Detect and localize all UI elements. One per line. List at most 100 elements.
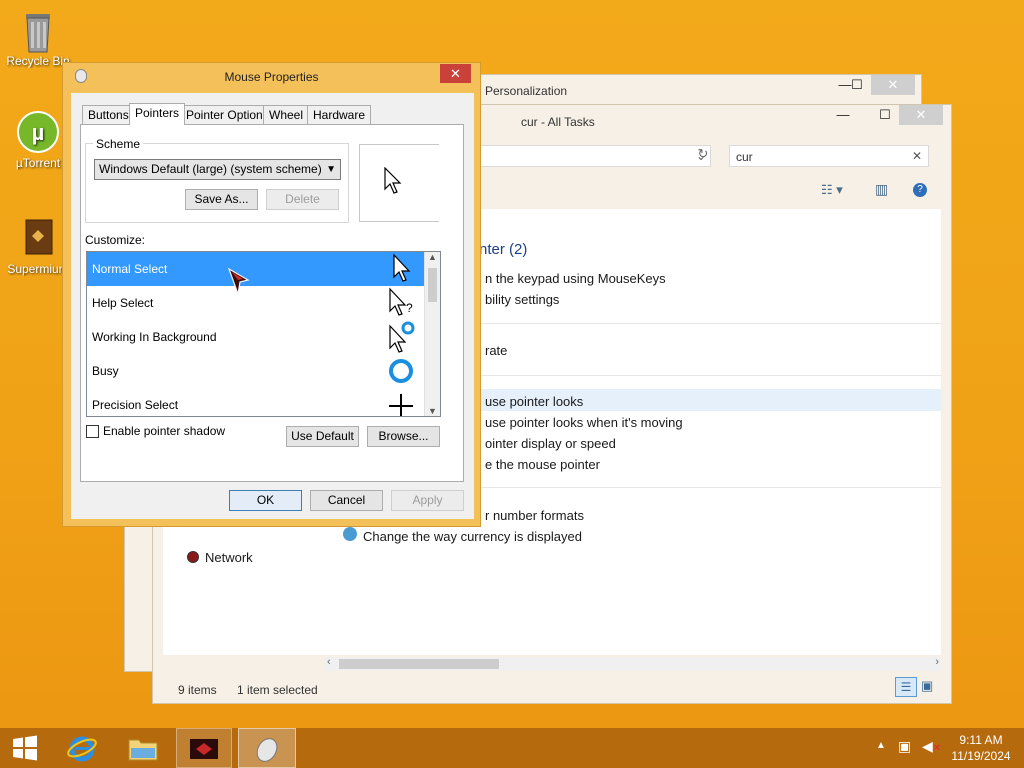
- browse-button[interactable]: Browse...: [367, 426, 440, 447]
- search-box[interactable]: cur ✕: [729, 145, 929, 167]
- utorrent-icon: µ: [16, 110, 60, 154]
- list-item[interactable]: Help Select ?: [87, 286, 424, 320]
- internet-explorer-icon: [67, 736, 97, 762]
- close-button[interactable]: ✕: [871, 75, 915, 95]
- status-bar: 9 items 1 item selected ☰ ▣: [153, 675, 951, 703]
- dialog-body: Buttons Pointers Pointer Options Wheel H…: [71, 93, 474, 519]
- customize-label: Customize:: [85, 233, 146, 247]
- scroll-right-icon[interactable]: ›: [935, 656, 939, 668]
- window-title: cur - All Tasks: [521, 115, 595, 129]
- taskbar-supermium[interactable]: [176, 728, 232, 768]
- folder-icon: [128, 739, 158, 761]
- clear-search-icon[interactable]: ✕: [912, 149, 922, 163]
- details-view-icon[interactable]: ☰: [895, 677, 917, 697]
- clock-time: 9:11 AM: [959, 733, 1003, 747]
- tab-wheel[interactable]: Wheel: [263, 105, 310, 124]
- scheme-label: Scheme: [93, 137, 144, 151]
- scroll-left-icon[interactable]: ‹: [327, 656, 331, 668]
- delete-button[interactable]: Delete: [266, 189, 339, 210]
- clock-date: 11/19/2024: [951, 749, 1011, 763]
- task-link[interactable]: bility settings: [485, 292, 559, 307]
- pointer-list[interactable]: Normal Select Help Select ? Working In B…: [86, 251, 441, 417]
- close-icon: ✕: [450, 66, 461, 81]
- enable-pointer-shadow-checkbox[interactable]: [86, 425, 99, 438]
- list-item[interactable]: Working In Background: [87, 320, 424, 354]
- show-hidden-icons-icon[interactable]: ▲: [876, 740, 886, 751]
- svg-text:µ: µ: [32, 120, 45, 145]
- close-button[interactable]: ✕: [899, 105, 943, 125]
- list-item[interactable]: Normal Select: [87, 252, 424, 286]
- windows-logo-icon: [13, 735, 37, 761]
- taskbar-internet-explorer[interactable]: [58, 728, 108, 768]
- selection-count: 1 item selected: [237, 683, 318, 697]
- minimize-button[interactable]: —: [829, 105, 857, 125]
- arrow-cursor-icon: [384, 167, 402, 194]
- group-heading: nter (2): [479, 241, 528, 258]
- start-button[interactable]: [0, 728, 50, 768]
- refresh-button[interactable]: ↻: [693, 146, 713, 166]
- list-item[interactable]: Busy: [87, 354, 424, 388]
- network-icon: [187, 551, 199, 563]
- svg-text:?: ?: [406, 301, 413, 315]
- divider: [463, 375, 941, 376]
- desktop-icon-recycle-bin[interactable]: Recycle Bin: [0, 8, 76, 68]
- tab-pointer-options[interactable]: Pointer Options: [180, 105, 275, 124]
- task-link[interactable]: rate: [485, 343, 507, 358]
- taskbar-mouse-properties[interactable]: [238, 728, 296, 768]
- dialog-title: Mouse Properties: [224, 70, 319, 84]
- task-link[interactable]: use pointer looks when it's moving: [485, 415, 683, 430]
- maximize-button[interactable]: ☐: [871, 105, 899, 125]
- task-link[interactable]: n the keypad using MouseKeys: [485, 271, 666, 286]
- scheme-select[interactable]: Windows Default (large) (system scheme) …: [94, 159, 341, 180]
- task-link[interactable]: e the mouse pointer: [485, 457, 600, 472]
- task-link[interactable]: ointer display or speed: [485, 436, 616, 451]
- divider: [463, 487, 941, 488]
- save-as-button[interactable]: Save As...: [185, 189, 258, 210]
- mouse-icon: [256, 738, 278, 762]
- supermium-icon: [190, 739, 218, 759]
- close-button[interactable]: ✕: [440, 64, 471, 83]
- network-link[interactable]: Network: [205, 550, 253, 565]
- arrow-cursor-icon: [393, 253, 411, 282]
- volume-muted-icon[interactable]: ◀✕: [922, 738, 941, 755]
- working-cursor-icon: [389, 321, 415, 353]
- list-scrollbar[interactable]: ▲ ▼: [424, 252, 440, 416]
- tab-buttons[interactable]: Buttons: [82, 105, 135, 124]
- regional-icon: [343, 527, 357, 541]
- task-link[interactable]: use pointer looks: [485, 394, 583, 409]
- supermium-icon: [16, 216, 60, 260]
- divider: [463, 323, 941, 324]
- scroll-down-icon[interactable]: ▼: [428, 406, 437, 416]
- help-icon[interactable]: ?: [913, 183, 927, 197]
- mouse-properties-dialog[interactable]: Mouse Properties ✕ Buttons Pointers Poin…: [62, 62, 481, 527]
- clock[interactable]: 9:11 AM 11/19/2024: [946, 732, 1016, 764]
- apply-button[interactable]: Apply: [391, 490, 464, 511]
- window-title: Personalization: [485, 84, 568, 98]
- ok-button[interactable]: OK: [229, 490, 302, 511]
- scroll-up-icon[interactable]: ▲: [428, 252, 437, 262]
- network-status-icon[interactable]: ▣: [898, 738, 911, 755]
- enable-pointer-shadow-label[interactable]: Enable pointer shadow: [103, 424, 225, 438]
- tab-pointers[interactable]: Pointers: [129, 103, 186, 125]
- task-link[interactable]: Change the way currency is displayed: [363, 529, 582, 544]
- chevron-down-icon: ▼: [326, 164, 336, 175]
- pointer-name: Working In Background: [92, 330, 217, 344]
- scrollbar-thumb[interactable]: [428, 268, 437, 302]
- preview-pane-icon[interactable]: ▥: [875, 181, 888, 198]
- search-input[interactable]: cur: [736, 150, 753, 164]
- item-count: 9 items: [178, 683, 217, 697]
- list-item[interactable]: Precision Select: [87, 388, 424, 416]
- pointer-preview: [359, 144, 439, 222]
- view-options-icon[interactable]: ☷ ▾: [821, 182, 843, 198]
- tab-hardware[interactable]: Hardware: [307, 105, 372, 124]
- taskbar: ▲ ▣ ◀✕ 9:11 AM 11/19/2024: [0, 728, 1024, 768]
- task-link[interactable]: r number formats: [485, 508, 584, 523]
- taskbar-file-explorer[interactable]: [118, 728, 168, 768]
- maximize-button[interactable]: ☐: [843, 75, 871, 95]
- use-default-button[interactable]: Use Default: [286, 426, 359, 447]
- thumbnails-view-icon[interactable]: ▣: [921, 678, 933, 694]
- busy-cursor-icon: [389, 359, 413, 383]
- scrollbar-thumb[interactable]: [339, 659, 499, 669]
- horizontal-scrollbar[interactable]: ‹ ›: [325, 656, 941, 671]
- cancel-button[interactable]: Cancel: [310, 490, 383, 511]
